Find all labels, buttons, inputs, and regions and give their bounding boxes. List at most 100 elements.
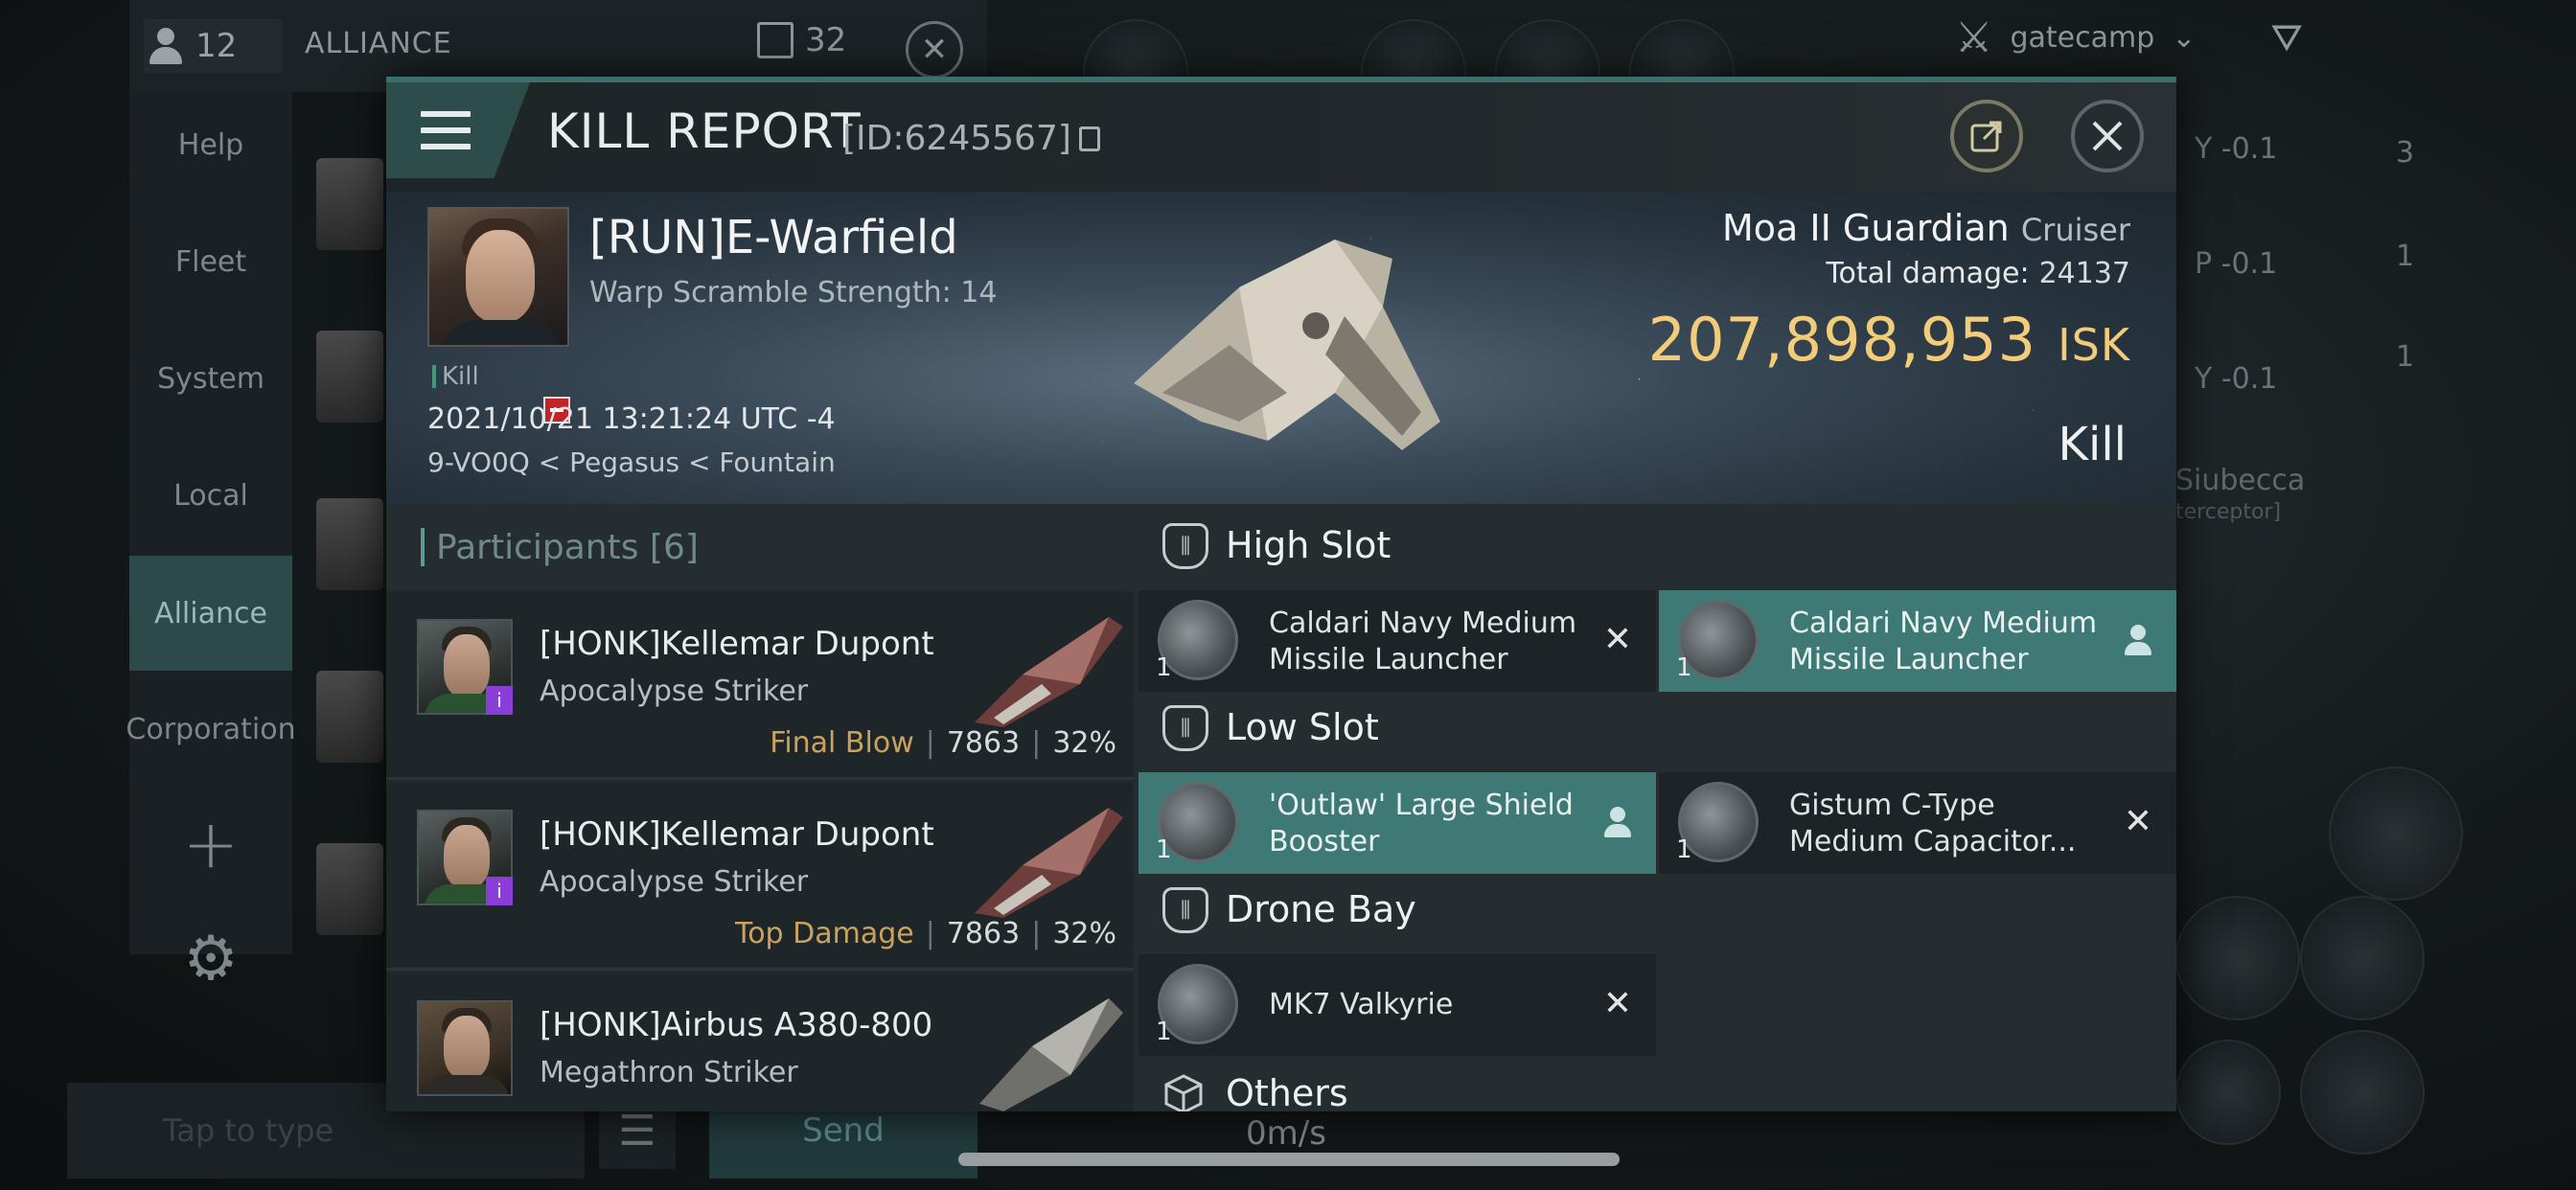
participant-ship: Apocalypse Striker [540,675,809,708]
module-slot-icon[interactable] [2175,896,2300,1020]
victim-banner: [RUN]E-Warfield Warp Scramble Strength: … [386,192,2176,504]
corp-badge-icon: i [486,686,513,715]
overview-entry[interactable]: P -0.1 [2195,247,2277,281]
module-item[interactable]: 1 Gistum C-Type Medium Capacitor... ✕ [1659,772,2176,874]
overview-entry[interactable]: Y -0.1 [2195,132,2277,166]
participant-damage: 7863 [946,726,1021,760]
participant-row[interactable]: i [HONK]Kellemar Dupont Apocalypse Strik… [386,592,1134,780]
kill-id[interactable]: [ID:6245567] [842,119,1100,158]
settings-gear-icon[interactable]: ⚙ [129,916,292,1002]
funnel-icon[interactable]: ⛛ [2270,16,2303,60]
speed-readout: 0m/s [1246,1114,1326,1153]
module-item[interactable]: 1 MK7 Valkyrie ✕ [1138,954,1656,1056]
participant-stats: Final Blow | 7863 | 32% [770,726,1116,760]
online-count[interactable]: 12 [144,19,283,73]
close-button[interactable] [2071,100,2144,172]
share-icon [1970,121,2002,152]
cube-icon [1164,1074,1203,1111]
hamburger-icon [421,111,471,149]
participant-ship-image [975,617,1123,727]
module-name: Gistum C-Type Medium Capacitor... [1789,789,2077,858]
module-qty: 1 [1156,835,1172,864]
chat-avatar [316,843,383,935]
module-name: Caldari Navy Medium Missile Launcher [1789,606,2098,676]
high-slot-header: ⫼ High Slot [1134,504,2176,586]
participant-tag: Top Damage [734,917,914,950]
participant-tag: Final Blow [770,726,914,760]
chat-avatar [316,331,383,423]
participant-row[interactable]: [HONK]Airbus A380-800 Megathron Striker [386,973,1134,1111]
overview-count: 1 [2396,340,2415,374]
channel-name: ALLIANCE [305,27,452,60]
online-count-value: 12 [196,27,238,65]
copy-icon[interactable] [1078,126,1100,151]
module-qty: 1 [1156,1018,1172,1046]
module-item[interactable]: 1 Caldari Navy Medium Missile Launcher ✕ [1138,590,1656,692]
afterburner-icon[interactable] [2300,1030,2425,1155]
overview-name: Siubecca [2175,464,2306,497]
swap-icon[interactable] [2329,767,2463,901]
sidebar-item-fleet[interactable]: Fleet [129,209,292,314]
victim-name[interactable]: [RUN]E-Warfield [589,211,958,264]
drone-bay-header: ⫼ Drone Bay [1134,868,2176,950]
module-name: 'Outlaw' Large Shield Booster [1269,789,1574,858]
kill-datetime: 2021/10/21 13:21:24 UTC -4 [427,402,836,436]
sidebar-item-help[interactable]: Help [129,92,292,197]
fittings-panel: ⫼ High Slot 1 Caldari Navy Medium Missil… [1134,504,2176,1111]
ship-class: Cruiser [2020,212,2130,248]
module-item[interactable]: 1 Caldari Navy Medium Missile Launcher [1659,590,2176,692]
participants-panel: Participants [6] i [HONK]Kellemar Dupont… [386,504,1134,1111]
total-damage-value: 24137 [2038,257,2130,290]
module-item[interactable]: 1 'Outlaw' Large Shield Booster [1138,772,1656,874]
sidebar-item-system[interactable]: System [129,326,292,431]
dropped-person-icon [2121,623,2155,657]
kill-tag: Kill [432,362,479,391]
module-qty: 1 [1676,653,1692,682]
person-icon [150,28,182,64]
overview-entry[interactable]: Y -0.1 [2195,362,2277,396]
participant-name: [HONK]Kellemar Dupont [540,815,934,854]
home-indicator[interactable] [958,1153,1620,1166]
victim-subtitle: Warp Scramble Strength: 14 [589,276,998,309]
chevron-down-icon: ⌄ [2172,21,2196,55]
chat-avatar [316,498,383,590]
low-slot-header: ⫼ Low Slot [1134,686,2176,768]
victim-ship-image[interactable] [1095,201,1460,489]
participant-damage: 7863 [946,917,1021,950]
participant-row[interactable]: i [HONK]Kellemar Dupont Apocalypse Strik… [386,783,1134,971]
participant-stats: Top Damage | 7863 | 32% [734,917,1116,950]
overview-type: terceptor] [2175,500,2282,524]
participant-portrait [417,1000,513,1096]
module-name: Caldari Navy Medium Missile Launcher [1269,606,1577,676]
filter-label: gatecamp [2010,21,2155,55]
share-button[interactable] [1950,100,2023,172]
participant-name: [HONK]Airbus A380-800 [540,1006,933,1044]
crossed-swords-icon: ⚔ [1955,13,1993,62]
module-slot-icon[interactable] [2300,896,2425,1020]
sidebar-item-alliance[interactable]: Alliance [129,556,292,671]
add-channel-icon[interactable]: + [129,791,292,897]
low-slot-icon: ⫼ [1162,705,1208,751]
destroyed-icon: ✕ [1602,620,1633,659]
victim-portrait[interactable] [427,207,569,347]
sidebar-item-corporation[interactable]: Corporation [101,676,321,782]
module-name: MK7 Valkyrie [1269,988,1454,1021]
sidebar-item-local[interactable]: Local [129,443,292,548]
module-slot-icon[interactable] [2175,1040,2281,1145]
kill-location[interactable]: 9-VO0Q < Pegasus < Fountain [427,446,836,478]
ship-name[interactable]: Moa II Guardian Cruiser [1722,207,2130,249]
participant-ship: Apocalypse Striker [540,865,809,899]
corp-badge-icon: i [486,877,513,905]
participant-percent: 32% [1052,726,1116,760]
chat-close-icon[interactable]: ✕ [906,21,963,79]
close-icon [2092,121,2123,151]
overview-filter[interactable]: ⚔ gatecamp ⌄ ⛛ [1955,13,2303,62]
modal-header: KILL REPORT [ID:6245567] [386,82,2176,192]
destroyed-icon: ✕ [1602,984,1633,1023]
member-count[interactable]: 32 [757,21,846,59]
chat-avatar [316,671,383,763]
participant-ship-image [975,808,1123,918]
participants-header: Participants [6] [386,504,1134,590]
overview-count: 1 [2396,240,2415,273]
menu-button[interactable] [386,82,530,178]
